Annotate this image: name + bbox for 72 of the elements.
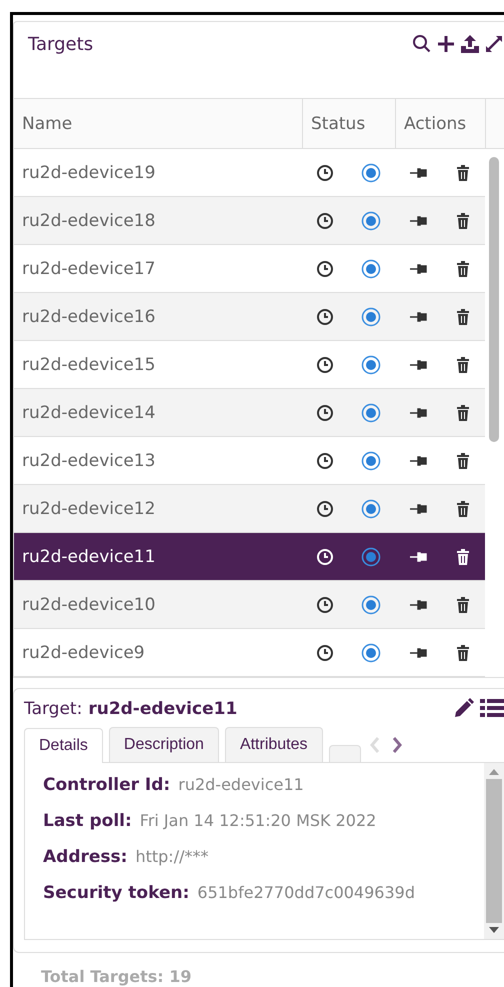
trash-icon[interactable] xyxy=(455,356,471,374)
clock-icon xyxy=(316,308,334,326)
tab[interactable]: Description xyxy=(108,727,219,762)
radio-icon xyxy=(361,642,382,662)
clock-icon xyxy=(316,548,334,566)
trash-icon[interactable] xyxy=(455,404,471,422)
target-name: ru2d-edevice16 xyxy=(21,306,156,326)
target-name: ru2d-edevice9 xyxy=(21,642,146,662)
radio-icon xyxy=(361,354,382,374)
tab[interactable]: Attributes xyxy=(224,727,323,762)
scrollbar-thumb[interactable] xyxy=(489,157,499,442)
panel-title: Targets xyxy=(28,34,94,55)
target-name: ru2d-edevice12 xyxy=(21,498,156,518)
scroll-down-icon[interactable] xyxy=(489,927,499,933)
trash-icon[interactable] xyxy=(455,500,471,518)
radio-icon xyxy=(361,498,382,518)
target-name: ru2d-edevice19 xyxy=(21,162,156,182)
resize-icon[interactable] xyxy=(484,34,504,54)
radio-icon xyxy=(361,546,382,566)
target-name: ru2d-edevice17 xyxy=(21,258,156,278)
table-row[interactable]: ru2d-edevice9 xyxy=(14,629,485,677)
trash-icon[interactable] xyxy=(455,644,471,662)
target-name: ru2d-edevice14 xyxy=(21,402,156,422)
trash-icon[interactable] xyxy=(455,308,471,326)
target-title: Target: ru2d-edevice11 xyxy=(24,699,238,719)
clock-icon xyxy=(316,596,334,614)
table-row[interactable]: ru2d-edevice14 xyxy=(14,389,485,437)
detail-field: Address: http://*** xyxy=(43,847,484,867)
target-name: ru2d-edevice13 xyxy=(21,450,156,470)
target-name: ru2d-edevice18 xyxy=(21,210,156,230)
target-name: ru2d-edevice11 xyxy=(21,546,156,566)
scrollbar[interactable] xyxy=(484,763,504,939)
tab[interactable]: Details xyxy=(24,728,103,763)
target-name: ru2d-edevice15 xyxy=(21,354,156,374)
clock-icon xyxy=(316,500,334,518)
trash-icon[interactable] xyxy=(455,452,471,470)
trash-icon[interactable] xyxy=(455,260,471,278)
radio-icon xyxy=(361,402,382,422)
clock-icon xyxy=(316,260,334,278)
clock-icon xyxy=(316,212,334,230)
clock-icon xyxy=(316,164,334,182)
radio-icon xyxy=(361,210,382,230)
trash-icon[interactable] xyxy=(455,596,471,614)
search-icon[interactable] xyxy=(412,34,432,54)
column-header[interactable]: Status xyxy=(302,99,395,148)
chevron-right-icon[interactable] xyxy=(390,736,403,754)
trash-icon[interactable] xyxy=(455,164,471,182)
radio-icon xyxy=(361,162,382,182)
clock-icon xyxy=(316,644,334,662)
radio-icon xyxy=(361,306,382,326)
clock-icon xyxy=(316,404,334,422)
table-row[interactable]: ru2d-edevice12 xyxy=(14,485,485,533)
target-name: ru2d-edevice10 xyxy=(21,594,156,614)
radio-icon xyxy=(361,594,382,614)
clock-icon xyxy=(316,356,334,374)
upload-icon[interactable] xyxy=(460,34,480,54)
column-header[interactable]: Name xyxy=(14,99,302,148)
radio-icon xyxy=(361,450,382,470)
table-row[interactable]: ru2d-edevice18 xyxy=(14,197,485,245)
detail-field: Controller Id: ru2d-edevice11 xyxy=(43,775,484,795)
total-count: Total Targets: 19 xyxy=(40,966,193,986)
plus-icon[interactable] xyxy=(436,34,456,54)
column-header[interactable]: Actions xyxy=(395,99,485,148)
table-row[interactable]: ru2d-edevice16 xyxy=(14,293,485,341)
trash-icon[interactable] xyxy=(455,548,471,566)
table-row[interactable]: ru2d-edevice11 xyxy=(14,533,485,581)
detail-field: Last poll: Fri Jan 14 12:51:20 MSK 2022 xyxy=(43,811,484,831)
detail-field: Security token: 651bfe2770dd7c0049639d xyxy=(43,883,484,903)
table-row[interactable]: ru2d-edevice10 xyxy=(14,581,485,629)
radio-icon xyxy=(361,258,382,278)
clock-icon xyxy=(316,452,334,470)
trash-icon[interactable] xyxy=(455,212,471,230)
